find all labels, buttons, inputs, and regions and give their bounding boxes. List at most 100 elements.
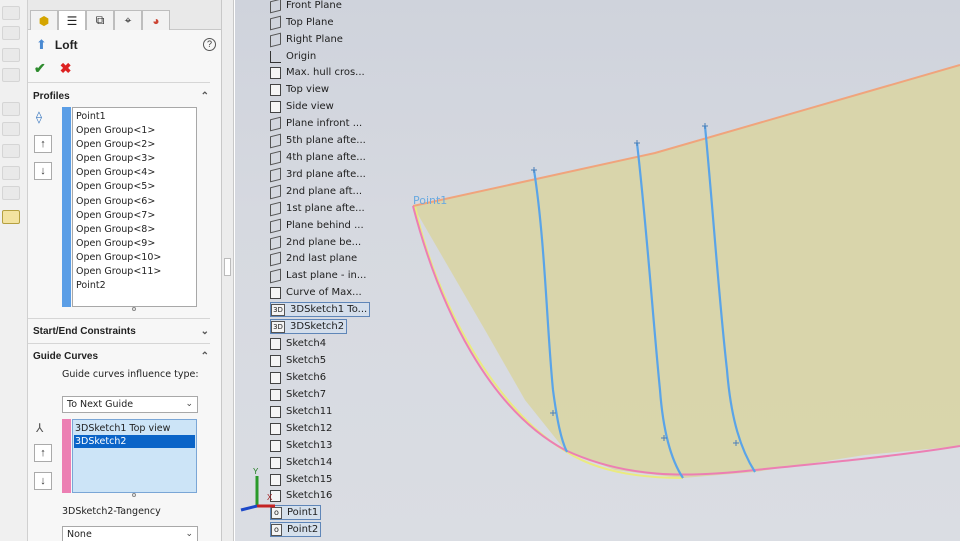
- splitter-handle[interactable]: [224, 258, 231, 276]
- tree-item[interactable]: Curve of Max...: [270, 285, 362, 300]
- list-item[interactable]: 3DSketch1 Top view: [74, 422, 195, 435]
- tree-item[interactable]: Sketch12: [270, 421, 332, 436]
- guide-curves-header[interactable]: Guide Curves ⌃: [33, 347, 209, 365]
- list-item[interactable]: Open Group<7>: [75, 209, 194, 223]
- ok-checkmark-icon[interactable]: ✔: [34, 60, 46, 77]
- list-item[interactable]: Open Group<4>: [75, 166, 194, 180]
- sketch-icon: [270, 439, 281, 452]
- tree-item[interactable]: Sketch13: [270, 438, 332, 453]
- help-icon[interactable]: ?: [203, 38, 216, 51]
- feature-icon[interactable]: [2, 48, 20, 62]
- arrow-up-icon: ↑: [40, 138, 46, 150]
- tree-item[interactable]: Sketch6: [270, 370, 326, 385]
- list-item[interactable]: Open Group<11>: [75, 265, 194, 279]
- list-resize-grip[interactable]: [132, 307, 136, 311]
- list-item[interactable]: Point2: [75, 279, 194, 293]
- chevron-down-icon[interactable]: ⌄: [201, 326, 209, 337]
- tree-item[interactable]: Plane infront ...: [270, 116, 362, 131]
- tree-item[interactable]: Sketch16: [270, 488, 332, 503]
- chevron-up-icon[interactable]: ⌃: [201, 351, 209, 362]
- tree-item[interactable]: Sketch7: [270, 387, 326, 402]
- tree-item[interactable]: 3D 3DSketch2: [270, 319, 348, 334]
- feature-icon[interactable]: [2, 26, 20, 40]
- list-item[interactable]: Point1: [75, 110, 194, 124]
- guide-move-up-button[interactable]: ↑: [34, 444, 52, 462]
- feature-icon[interactable]: [2, 186, 20, 200]
- panel-splitter[interactable]: [222, 0, 234, 541]
- profiles-section-header[interactable]: Profiles ⌃: [33, 87, 209, 105]
- tree-item[interactable]: Sketch5: [270, 353, 326, 368]
- tree-item[interactable]: Last plane - in...: [270, 268, 366, 283]
- list-item[interactable]: Open Group<5>: [75, 180, 194, 194]
- list-item-selected[interactable]: 3DSketch2: [74, 435, 195, 448]
- feature-icon[interactable]: [2, 144, 20, 158]
- guide-curves-list[interactable]: 3DSketch1 Top view 3DSketch2: [72, 419, 197, 493]
- tab-configuration-manager[interactable]: ⧉: [86, 10, 114, 30]
- feature-icon[interactable]: [2, 122, 20, 136]
- list-item[interactable]: Open Group<8>: [75, 223, 194, 237]
- list-item[interactable]: Open Group<2>: [75, 138, 194, 152]
- tree-item[interactable]: Right Plane: [270, 32, 343, 47]
- tree-item-label: Sketch11: [286, 406, 333, 417]
- tab-feature-manager[interactable]: ⬢: [30, 10, 58, 30]
- tree-item[interactable]: Plane behind ...: [270, 218, 364, 233]
- tree-item[interactable]: Sketch14: [270, 455, 332, 470]
- tree-item[interactable]: 2nd plane be...: [270, 235, 361, 250]
- graphics-area[interactable]: Point1 Front Plane Top Plane Right Plane Or…: [235, 0, 960, 541]
- plane-icon: [270, 32, 281, 47]
- tree-item[interactable]: 2nd last plane: [270, 251, 357, 266]
- list-item[interactable]: Open Group<9>: [75, 237, 194, 251]
- tree-item-label: Top Plane: [286, 17, 334, 28]
- plane-icon: [270, 251, 281, 266]
- profiles-list[interactable]: Point1 Open Group<1> Open Group<2> Open …: [72, 107, 197, 307]
- tree-item[interactable]: Origin: [270, 49, 316, 64]
- tab-property-manager[interactable]: ☰: [58, 10, 86, 30]
- feature-icon[interactable]: [2, 102, 20, 116]
- chevron-up-icon[interactable]: ⌃: [201, 91, 209, 102]
- list-resize-grip[interactable]: [132, 493, 136, 497]
- guide-move-down-button[interactable]: ↓: [34, 472, 52, 490]
- tree-item[interactable]: Side view: [270, 99, 334, 114]
- manager-tabs: ⬢ ☰ ⧉ ⌖ ◕: [28, 0, 221, 30]
- start-end-constraints-header[interactable]: Start/End Constraints ⌄: [33, 322, 209, 340]
- tree-item[interactable]: Top view: [270, 82, 329, 97]
- tree-item[interactable]: 1st plane afte...: [270, 201, 365, 216]
- move-up-button[interactable]: ↑: [34, 135, 52, 153]
- tree-item-label: Max. hull cros...: [286, 67, 365, 78]
- feature-icon[interactable]: [2, 166, 20, 180]
- tree-item[interactable]: Sketch11: [270, 404, 332, 419]
- configuration-icon: ⧉: [95, 13, 105, 27]
- feature-icon[interactable]: [2, 68, 20, 82]
- feature-icon[interactable]: [2, 6, 20, 20]
- tree-item[interactable]: Sketch4: [270, 336, 326, 351]
- list-item[interactable]: Open Group<3>: [75, 152, 194, 166]
- tree-item[interactable]: Top Plane: [270, 15, 333, 30]
- ruler-icon[interactable]: [2, 210, 20, 224]
- tree-item[interactable]: 4th plane afte...: [270, 150, 366, 165]
- tree-item[interactable]: 5th plane afte...: [270, 133, 366, 148]
- tree-item[interactable]: Sketch15: [270, 472, 332, 487]
- sketch-icon: [270, 83, 281, 96]
- influence-type-label: Guide curves influence type:: [62, 369, 199, 380]
- tree-item[interactable]: 2nd plane aft...: [270, 184, 362, 199]
- influence-type-select[interactable]: To Next Guide ⌄: [62, 396, 198, 413]
- cancel-x-icon[interactable]: ✖: [60, 60, 72, 77]
- tree-item[interactable]: 3rd plane afte...: [270, 167, 366, 182]
- plane-icon: [270, 116, 281, 131]
- list-item[interactable]: Open Group<6>: [75, 195, 194, 209]
- ok-cancel-bar: ✔ ✖: [34, 60, 71, 77]
- arrow-down-icon: ↓: [40, 475, 46, 487]
- list-item[interactable]: Open Group<1>: [75, 124, 194, 138]
- tree-item[interactable]: Max. hull cros...: [270, 65, 365, 80]
- tab-display-manager[interactable]: ◕: [142, 10, 170, 30]
- tab-dimxpert[interactable]: ⌖: [114, 10, 142, 30]
- tree-item[interactable]: 3D 3DSketch1 To...: [270, 302, 371, 317]
- move-down-button[interactable]: ↓: [34, 162, 52, 180]
- feature-title: ⬆ Loft: [36, 37, 78, 53]
- tree-item[interactable]: o Point1: [270, 505, 322, 520]
- list-item[interactable]: Open Group<10>: [75, 251, 194, 265]
- tree-item[interactable]: Front Plane: [270, 0, 342, 13]
- tangency-select[interactable]: None ⌄: [62, 526, 198, 541]
- tree-item-label: Sketch5: [286, 355, 327, 366]
- tree-item[interactable]: o Point2: [270, 522, 322, 537]
